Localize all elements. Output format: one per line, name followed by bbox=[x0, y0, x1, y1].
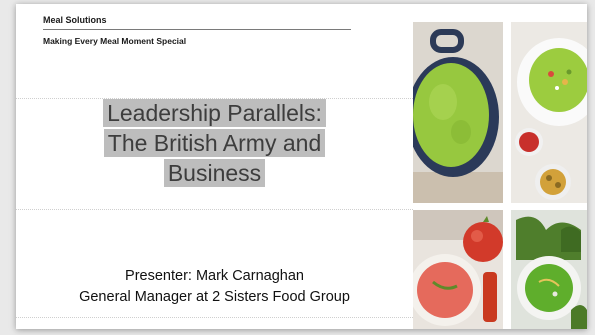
company-tagline: Making Every Meal Moment Special bbox=[43, 36, 187, 46]
tomato-soup-photo bbox=[413, 210, 503, 329]
header-divider bbox=[43, 29, 351, 30]
green-soup-pot-photo bbox=[413, 22, 503, 203]
presenter-role: General Manager at 2 Sisters Food Group bbox=[79, 289, 350, 305]
title-line-1: Leadership Parallels: bbox=[103, 99, 326, 127]
title-placeholder-bottom-border bbox=[16, 209, 413, 210]
slide: Meal Solutions Making Every Meal Moment … bbox=[16, 4, 587, 329]
presenter-name: Presenter: Mark Carnaghan bbox=[125, 268, 304, 284]
title-line-3: Business bbox=[163, 159, 266, 187]
food-photo-collage bbox=[413, 4, 587, 329]
title-line-2: The British Army and bbox=[103, 129, 326, 157]
green-soup-bowl-photo bbox=[511, 22, 587, 203]
subtitle-placeholder-bottom-border bbox=[16, 317, 413, 318]
company-name: Meal Solutions bbox=[43, 15, 107, 25]
presenter-block: Presenter: Mark Carnaghan General Manage… bbox=[16, 266, 413, 308]
slide-title: Leadership Parallels: The British Army a… bbox=[16, 98, 413, 188]
kale-soup-photo bbox=[511, 210, 587, 329]
